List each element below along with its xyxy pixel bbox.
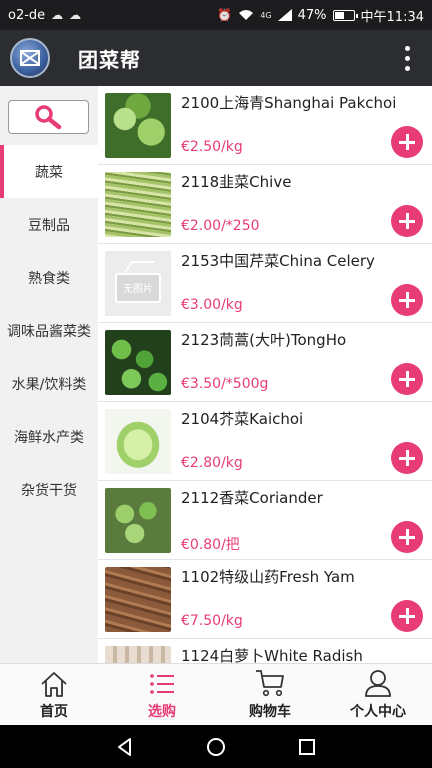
- wifi-icon: [239, 10, 254, 20]
- tab-cart[interactable]: 购物车: [216, 664, 324, 725]
- tab-profile-label: 个人中心: [350, 704, 406, 720]
- product-image: [105, 409, 171, 474]
- network-type: 4G: [260, 10, 272, 20]
- add-to-cart-button[interactable]: [391, 521, 423, 553]
- person-icon: [365, 670, 391, 697]
- battery-percent: 47%: [297, 7, 327, 23]
- product-price: €3.00/kg: [181, 297, 243, 313]
- category-vegetables[interactable]: 蔬菜: [0, 145, 98, 198]
- tab-home-label: 首页: [40, 704, 68, 720]
- product-name: 2112香菜Coriander: [181, 489, 323, 507]
- signal-icon: [277, 9, 292, 21]
- product-image-placeholder: 无图片: [105, 251, 171, 316]
- product-price: €2.50/kg: [181, 139, 243, 155]
- tab-profile[interactable]: 个人中心: [324, 664, 432, 725]
- product-name: 2153中国芹菜China Celery: [181, 252, 375, 270]
- category-cooked-food[interactable]: 熟食类: [0, 251, 98, 304]
- alarm-icon: ⏰: [217, 8, 233, 22]
- product-image: [105, 488, 171, 553]
- product-item[interactable]: 1102特级山药Fresh Yam €7.50/kg: [98, 560, 432, 639]
- product-price: €2.80/kg: [181, 455, 243, 471]
- product-image: [105, 172, 171, 237]
- product-name: 1124白萝卜White Radish: [181, 647, 363, 664]
- category-condiments[interactable]: 调味品酱菜类: [0, 304, 98, 357]
- product-price: €3.50/*500g: [181, 376, 269, 392]
- search-icon: [34, 105, 61, 130]
- system-navigation-bar: [0, 725, 432, 768]
- product-image: [105, 330, 171, 395]
- product-name: 2104芥菜Kaichoi: [181, 410, 304, 428]
- tab-home[interactable]: 首页: [0, 664, 108, 725]
- recents-icon[interactable]: [296, 736, 318, 758]
- page-title: 团菜帮: [78, 47, 141, 72]
- status-bar: o2-de ☁ ☁ ⏰ 4G 47% 中午11:34: [0, 0, 432, 30]
- carrier-label: o2-de: [8, 7, 46, 23]
- category-seafood[interactable]: 海鲜水产类: [0, 410, 98, 463]
- product-image: [105, 567, 171, 632]
- tab-cart-label: 购物车: [249, 704, 291, 720]
- cloud-icon: ☁: [69, 8, 82, 22]
- product-list: 2100上海青Shanghai Pakchoi €2.50/kg 2118韭菜C…: [98, 86, 432, 664]
- tab-shop-label: 选购: [148, 704, 176, 720]
- clock: 中午11:34: [360, 9, 424, 25]
- product-item[interactable]: 2104芥菜Kaichoi €2.80/kg: [98, 402, 432, 481]
- add-to-cart-button[interactable]: [391, 600, 423, 632]
- product-name: 2123茼蒿(大叶)TongHo: [181, 331, 347, 349]
- category-groceries[interactable]: 杂货干货: [0, 463, 98, 516]
- add-to-cart-button[interactable]: [391, 363, 423, 395]
- home-icon: [41, 672, 67, 697]
- product-name: 2118韭菜Chive: [181, 173, 292, 191]
- product-image: [105, 93, 171, 158]
- product-price: €7.50/kg: [181, 613, 243, 629]
- notification-icon: ☁: [51, 8, 64, 22]
- bottom-tab-bar: 首页 选购 购物车 个人中心: [0, 663, 432, 725]
- search-button[interactable]: [8, 100, 89, 134]
- no-image-label: 无图片: [123, 284, 153, 295]
- product-item[interactable]: 2123茼蒿(大叶)TongHo €3.50/*500g: [98, 323, 432, 402]
- app-logo: [10, 38, 50, 78]
- product-name: 2100上海青Shanghai Pakchoi: [181, 94, 397, 112]
- more-options-icon[interactable]: [404, 45, 410, 71]
- home-circle-icon[interactable]: [205, 736, 227, 758]
- add-to-cart-button[interactable]: [391, 442, 423, 474]
- product-price: €0.80/把: [181, 537, 240, 553]
- list-icon: [150, 674, 174, 694]
- product-name: 1102特级山药Fresh Yam: [181, 568, 355, 586]
- battery-icon: [332, 9, 358, 21]
- add-to-cart-button[interactable]: [391, 205, 423, 237]
- add-to-cart-button[interactable]: [391, 126, 423, 158]
- app-bar: 团菜帮: [0, 30, 432, 86]
- product-item[interactable]: 2100上海青Shanghai Pakchoi €2.50/kg: [98, 86, 432, 165]
- tab-shop[interactable]: 选购: [108, 664, 216, 725]
- product-item[interactable]: 2112香菜Coriander €0.80/把: [98, 481, 432, 560]
- product-image: [105, 646, 171, 664]
- category-tofu[interactable]: 豆制品: [0, 198, 98, 251]
- product-item[interactable]: 2118韭菜Chive €2.00/*250: [98, 165, 432, 244]
- cart-icon: [256, 670, 284, 697]
- back-icon[interactable]: [114, 736, 136, 758]
- category-fruit-drinks[interactable]: 水果/饮料类: [0, 357, 98, 410]
- product-item[interactable]: 1124白萝卜White Radish: [98, 639, 432, 664]
- product-price: €2.00/*250: [181, 218, 260, 234]
- add-to-cart-button[interactable]: [391, 284, 423, 316]
- category-sidebar: 蔬菜 豆制品 熟食类 调味品酱菜类 水果/饮料类 海鲜水产类 杂货干货: [0, 86, 98, 664]
- product-item[interactable]: 无图片 2153中国芹菜China Celery €3.00/kg: [98, 244, 432, 323]
